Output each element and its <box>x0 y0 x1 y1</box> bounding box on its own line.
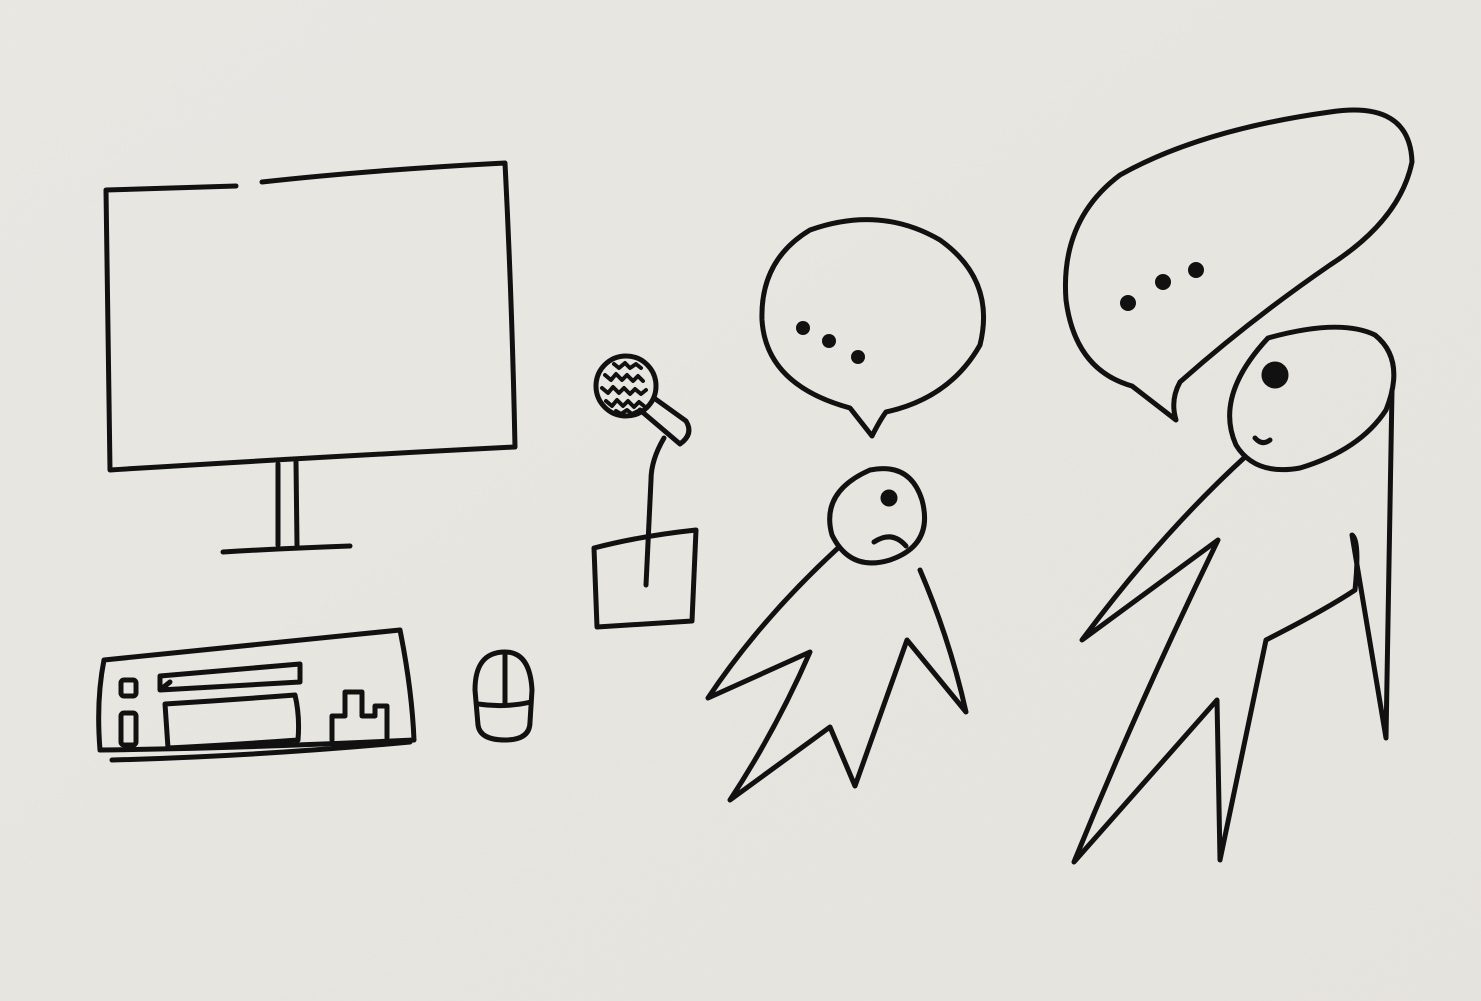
paper-background <box>0 0 1481 1001</box>
small-person-eye <box>880 489 898 507</box>
hand-drawn-sketch: ... ... <box>0 0 1481 1001</box>
large-person-eye <box>1261 361 1289 389</box>
